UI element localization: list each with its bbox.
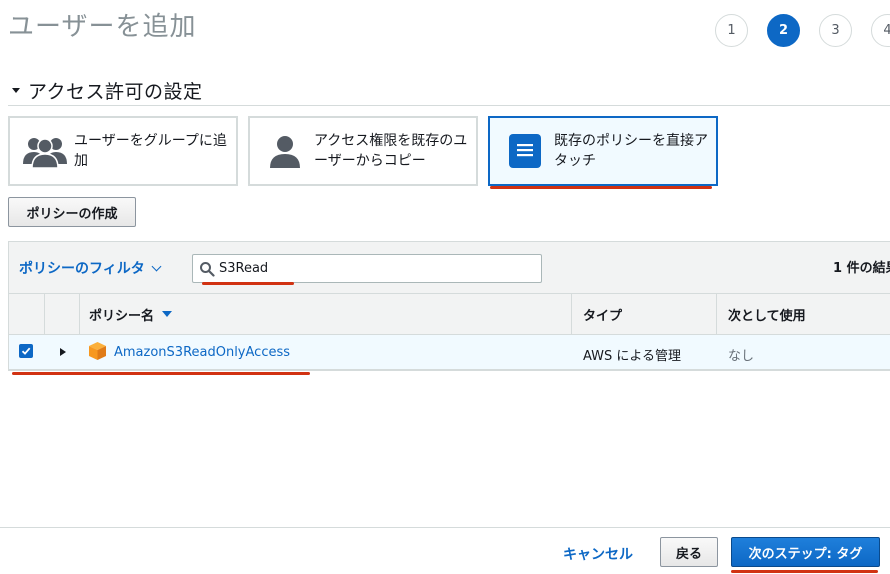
section-title: アクセス許可の設定 — [28, 81, 203, 103]
step-3[interactable]: 3 — [819, 14, 852, 47]
table-header: ポリシー名 タイプ 次として使用 — [9, 294, 890, 335]
add-user-page: ユーザーを追加 1 2 3 4 アクセス許可の設定 ユーザーをグループに追加 ア… — [0, 0, 890, 574]
check-icon — [21, 347, 31, 355]
filter-label: ポリシーのフィルタ — [19, 261, 145, 277]
highlight-underline — [490, 186, 712, 189]
page-title: ユーザーを追加 — [8, 12, 197, 42]
result-count: 1 件の結果 — [833, 261, 890, 276]
policy-name-link[interactable]: AmazonS3ReadOnlyAccess — [114, 345, 290, 360]
step-1[interactable]: 1 — [715, 14, 748, 47]
create-policy-button[interactable]: ポリシーの作成 — [8, 197, 136, 227]
search-icon — [200, 261, 215, 277]
sort-down-icon — [162, 311, 173, 317]
highlight-underline — [12, 372, 310, 375]
column-used-as[interactable]: 次として使用 — [717, 294, 890, 334]
policy-filter-dropdown[interactable]: ポリシーのフィルタ — [19, 258, 162, 278]
policy-used-as: なし — [728, 349, 755, 364]
policy-table: ポリシーのフィルタ 1 件の結果 ポリシー名 タイプ 次として使用 — [8, 241, 890, 371]
option-attach-policies[interactable]: 既存のポリシーを直接アタッチ — [488, 116, 718, 186]
table-row[interactable]: AmazonS3ReadOnlyAccess AWS による管理 なし — [9, 335, 890, 370]
user-icon — [262, 128, 308, 174]
permissions-section-header[interactable]: アクセス許可の設定 — [8, 76, 890, 106]
back-button[interactable]: 戻る — [660, 537, 718, 567]
highlight-underline — [731, 570, 878, 573]
option-label: 既存のポリシーを直接アタッチ — [554, 133, 708, 169]
chevron-down-icon — [151, 261, 162, 272]
header-select-cell — [9, 294, 45, 334]
next-step-button[interactable]: 次のステップ: タグ — [731, 537, 880, 567]
step-4[interactable]: 4 — [871, 14, 890, 47]
aws-managed-policy-icon — [89, 342, 106, 360]
wizard-footer: キャンセル 戻る 次のステップ: タグ — [0, 527, 890, 574]
expand-caret-icon[interactable] — [60, 348, 66, 356]
highlight-underline — [202, 282, 294, 285]
row-checkbox[interactable] — [19, 344, 33, 358]
option-label: アクセス権限を既存のユーザーからコピー — [314, 133, 468, 169]
step-2[interactable]: 2 — [767, 14, 800, 47]
column-policy-name[interactable]: ポリシー名 — [80, 294, 572, 334]
document-icon — [502, 128, 548, 174]
filter-bar: ポリシーのフィルタ 1 件の結果 — [9, 242, 890, 294]
option-copy-permissions[interactable]: アクセス権限を既存のユーザーからコピー — [248, 116, 478, 186]
policy-type: AWS による管理 — [583, 349, 682, 364]
option-add-to-group[interactable]: ユーザーをグループに追加 — [8, 116, 238, 186]
policy-search-box[interactable] — [192, 254, 542, 283]
group-icon — [22, 128, 68, 174]
caret-down-icon — [12, 88, 20, 93]
column-type[interactable]: タイプ — [572, 294, 717, 334]
cancel-link[interactable]: キャンセル — [563, 544, 633, 564]
search-input[interactable] — [219, 261, 519, 276]
header-expand-cell — [45, 294, 80, 334]
option-label: ユーザーをグループに追加 — [74, 133, 227, 169]
